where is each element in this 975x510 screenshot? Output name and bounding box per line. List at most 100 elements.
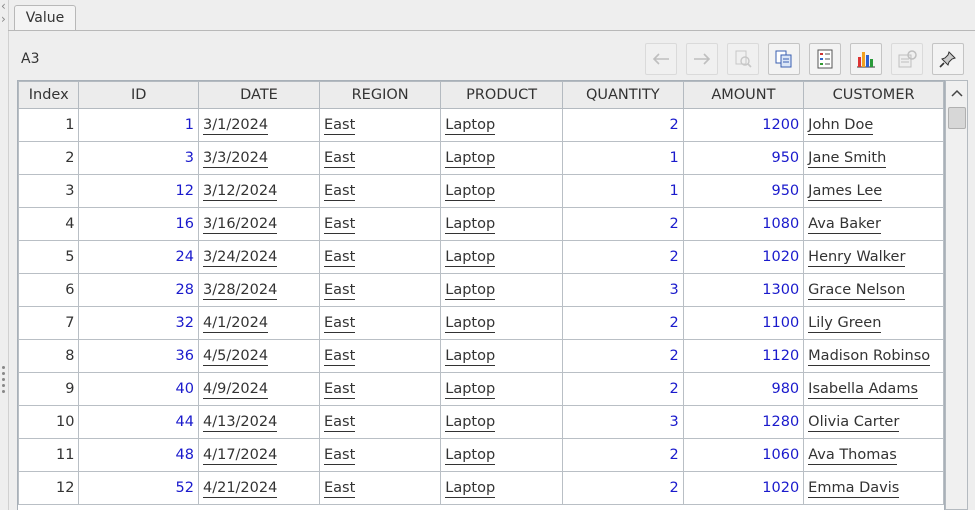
cell-link[interactable]: Laptop: [445, 249, 496, 267]
cell-product[interactable]: Laptop: [440, 339, 563, 373]
cell-link[interactable]: East: [323, 480, 356, 498]
cell-product[interactable]: Laptop: [440, 240, 563, 274]
cell-link[interactable]: East: [323, 282, 356, 300]
pin-button[interactable]: [932, 43, 964, 75]
cell-link[interactable]: 3/16/2024: [202, 216, 278, 234]
column-header-amount[interactable]: AMOUNT: [682, 81, 805, 109]
cell-amount[interactable]: 950: [682, 141, 805, 175]
cell-quantity[interactable]: 3: [561, 405, 684, 439]
cell-customer[interactable]: Grace Nelson: [803, 273, 944, 307]
cell-id[interactable]: 16: [78, 207, 199, 241]
table-row[interactable]: 3 12 3/12/2024 East Laptop 1 950 James Lee: [18, 174, 944, 208]
cell-date[interactable]: 4/5/2024: [197, 339, 320, 373]
cell-region[interactable]: East: [318, 207, 442, 241]
cell-index[interactable]: 11: [18, 438, 80, 472]
column-header-customer[interactable]: CUSTOMER: [803, 81, 944, 109]
cell-product[interactable]: Laptop: [440, 174, 563, 208]
cell-link[interactable]: Laptop: [445, 150, 496, 168]
cell-link[interactable]: East: [323, 414, 356, 432]
chart-button[interactable]: [850, 43, 882, 75]
cell-id[interactable]: 1: [78, 108, 199, 142]
cell-amount[interactable]: 1200: [682, 108, 805, 142]
cell-link[interactable]: East: [323, 315, 356, 333]
cell-link[interactable]: Henry Walker: [808, 249, 906, 267]
cell-region[interactable]: East: [318, 306, 442, 340]
cell-link[interactable]: Laptop: [445, 315, 496, 333]
cell-product[interactable]: Laptop: [440, 372, 563, 406]
cell-product[interactable]: Laptop: [440, 273, 563, 307]
cell-customer[interactable]: Isabella Adams: [803, 372, 944, 406]
cell-product[interactable]: Laptop: [440, 405, 563, 439]
cell-link[interactable]: Laptop: [445, 282, 496, 300]
cell-product[interactable]: Laptop: [440, 108, 563, 142]
cell-region[interactable]: East: [318, 273, 442, 307]
cell-product[interactable]: Laptop: [440, 207, 563, 241]
table-row[interactable]: 1 1 3/1/2024 East Laptop 2 1200 John Doe: [18, 108, 944, 142]
cell-amount[interactable]: 1020: [682, 471, 805, 505]
cell-product[interactable]: Laptop: [440, 471, 563, 505]
cell-id[interactable]: 36: [78, 339, 199, 373]
table-row[interactable]: 10 44 4/13/2024 East Laptop 3 1280 Olivia Carte…: [18, 405, 944, 439]
cell-index[interactable]: 12: [18, 471, 80, 505]
cell-link[interactable]: Laptop: [445, 216, 496, 234]
cell-link[interactable]: 4/9/2024: [202, 381, 269, 399]
tab-value[interactable]: Value: [14, 5, 76, 30]
cell-date[interactable]: 4/21/2024: [197, 471, 320, 505]
cell-customer[interactable]: John Doe: [803, 108, 944, 142]
cell-index[interactable]: 4: [18, 207, 80, 241]
cell-amount[interactable]: 980: [682, 372, 805, 406]
cell-link[interactable]: Madison Robinso: [808, 348, 931, 366]
cell-id[interactable]: 28: [78, 273, 199, 307]
cell-date[interactable]: 3/12/2024: [197, 174, 320, 208]
cell-customer[interactable]: Jane Smith: [803, 141, 944, 175]
cell-date[interactable]: 3/24/2024: [197, 240, 320, 274]
table-row[interactable]: 11 48 4/17/2024 East Laptop 2 1060 Ava Thomas: [18, 438, 944, 472]
cell-link[interactable]: Isabella Adams: [808, 381, 918, 399]
cell-index[interactable]: 8: [18, 339, 80, 373]
cell-quantity[interactable]: 2: [561, 372, 684, 406]
cell-link[interactable]: Laptop: [445, 447, 496, 465]
cell-quantity[interactable]: 3: [561, 273, 684, 307]
properties-button[interactable]: [891, 43, 923, 75]
cell-id[interactable]: 40: [78, 372, 199, 406]
cell-customer[interactable]: Henry Walker: [803, 240, 944, 274]
cell-index[interactable]: 3: [18, 174, 80, 208]
cell-region[interactable]: East: [318, 108, 442, 142]
collapse-arrow-icon[interactable]: ‹: [1, 0, 6, 12]
cell-id[interactable]: 3: [78, 141, 199, 175]
cell-region[interactable]: East: [318, 438, 442, 472]
cell-amount[interactable]: 1060: [682, 438, 805, 472]
cell-link[interactable]: East: [323, 150, 356, 168]
cell-date[interactable]: 4/1/2024: [197, 306, 320, 340]
cell-link[interactable]: East: [323, 381, 356, 399]
resize-grip-icon[interactable]: [2, 366, 6, 396]
cell-amount[interactable]: 1080: [682, 207, 805, 241]
cell-date[interactable]: 3/1/2024: [197, 108, 320, 142]
cell-quantity[interactable]: 2: [561, 240, 684, 274]
cell-amount[interactable]: 1280: [682, 405, 805, 439]
cell-link[interactable]: East: [323, 117, 356, 135]
cell-link[interactable]: Emma Davis: [808, 480, 900, 498]
table-row[interactable]: 7 32 4/1/2024 East Laptop 2 1100 Lily Green: [18, 306, 944, 340]
cell-link[interactable]: 4/1/2024: [202, 315, 269, 333]
cell-index[interactable]: 10: [18, 405, 80, 439]
cell-link[interactable]: Ava Thomas: [808, 447, 897, 465]
list-button[interactable]: [809, 43, 841, 75]
cell-index[interactable]: 5: [18, 240, 80, 274]
cell-link[interactable]: John Doe: [808, 117, 874, 135]
cell-quantity[interactable]: 2: [561, 108, 684, 142]
cell-region[interactable]: East: [318, 471, 442, 505]
cell-link[interactable]: Laptop: [445, 381, 496, 399]
cell-link[interactable]: 4/17/2024: [202, 447, 278, 465]
cell-id[interactable]: 32: [78, 306, 199, 340]
find-button[interactable]: [727, 43, 759, 75]
cell-date[interactable]: 4/17/2024: [197, 438, 320, 472]
cell-link[interactable]: East: [323, 216, 356, 234]
cell-index[interactable]: 7: [18, 306, 80, 340]
cell-link[interactable]: East: [323, 249, 356, 267]
cell-link[interactable]: Laptop: [445, 183, 496, 201]
column-header-region[interactable]: REGION: [318, 81, 442, 109]
cell-id[interactable]: 44: [78, 405, 199, 439]
cell-quantity[interactable]: 2: [561, 471, 684, 505]
cell-product[interactable]: Laptop: [440, 141, 563, 175]
